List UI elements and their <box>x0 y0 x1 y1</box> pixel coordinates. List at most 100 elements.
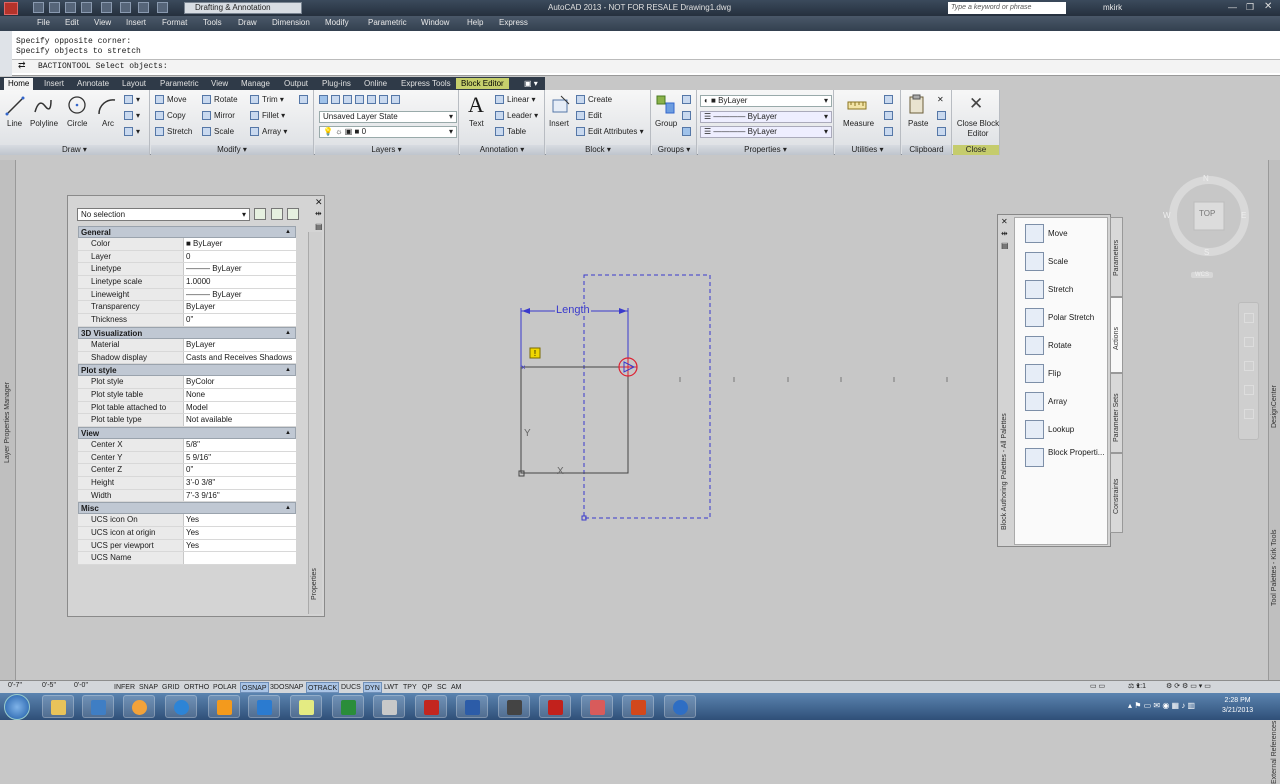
property-row[interactable]: Thickness 0" <box>78 314 296 327</box>
leader-button[interactable]: Leader ▾ <box>495 111 538 121</box>
tab-online[interactable]: Online <box>364 79 387 88</box>
rectangle-icon[interactable]: ▾ <box>124 95 140 105</box>
property-value[interactable]: ByColor <box>184 376 296 388</box>
draw-panel-label[interactable]: Draw ▾ <box>0 145 149 155</box>
property-row[interactable]: UCS Name <box>78 552 296 566</box>
tab-home[interactable]: Home <box>4 78 34 90</box>
block-panel-label[interactable]: Block ▾ <box>546 145 650 155</box>
selection-dropdown[interactable]: No selection ▾ <box>77 208 250 221</box>
viewcube-east[interactable]: E <box>1241 211 1246 220</box>
paste-icon[interactable] <box>907 94 927 114</box>
property-row[interactable]: Linetype scale 1.0000 <box>78 276 296 289</box>
taskbar-word[interactable] <box>456 695 488 718</box>
action-array[interactable]: Array <box>1025 392 1067 414</box>
property-value[interactable]: ByLayer <box>184 301 296 314</box>
status-toggle-snap[interactable]: SNAP <box>138 682 159 693</box>
steering-wheel-icon[interactable] <box>1244 313 1254 323</box>
status-toggle-ducs[interactable]: DUCS <box>340 682 362 693</box>
property-value[interactable]: 3'-0 3/8" <box>184 477 296 489</box>
group-selection-icon[interactable] <box>682 127 694 137</box>
tab-constraints[interactable]: Constraints <box>1110 453 1123 533</box>
status-toggle-am[interactable]: AM <box>450 682 463 693</box>
menu-draw[interactable]: Draw <box>238 18 257 27</box>
tab-view[interactable]: View <box>211 79 228 88</box>
insert-label[interactable]: Insert <box>549 119 569 128</box>
property-value[interactable]: 1.0000 <box>184 276 296 288</box>
table-button[interactable]: Table <box>495 127 526 137</box>
property-row[interactable]: Plot style ByColor <box>78 376 296 389</box>
menu-view[interactable]: View <box>94 18 111 27</box>
cut-icon[interactable] <box>120 2 131 13</box>
pan-icon[interactable] <box>1244 337 1254 347</box>
copy-clipboard-icon[interactable] <box>937 111 949 121</box>
text-icon[interactable]: A <box>468 92 484 118</box>
designcenter-label[interactable]: DesignCenter <box>1271 385 1278 428</box>
annotation-panel-label[interactable]: Annotation ▾ <box>460 145 544 155</box>
ellipse-icon[interactable]: ▾ <box>124 127 140 137</box>
status-toggle-lwt[interactable]: LWT <box>383 682 399 693</box>
scale-button[interactable]: Scale <box>202 127 234 137</box>
status-toggle-qp[interactable]: QP <box>421 682 433 693</box>
arc-icon[interactable] <box>97 96 117 116</box>
tab-output[interactable]: Output <box>284 79 308 88</box>
action-scale[interactable]: Scale <box>1025 252 1068 274</box>
arc-label[interactable]: Arc <box>102 119 114 128</box>
action-polar-stretch[interactable]: Polar Stretch <box>1025 308 1094 330</box>
section-header[interactable]: Misc <box>78 502 296 515</box>
modify-panel-label[interactable]: Modify ▾ <box>151 145 313 155</box>
cut-clipboard-icon[interactable]: ✕ <box>937 95 944 104</box>
circle-icon[interactable] <box>67 95 87 115</box>
property-row[interactable]: Width 7'-3 9/16" <box>78 489 296 503</box>
action-lookup[interactable]: Lookup <box>1025 420 1074 442</box>
menu-help[interactable]: Help <box>467 18 483 27</box>
authoring-menu-icon[interactable]: ▤ <box>1001 241 1009 250</box>
taskbar-app-9[interactable] <box>373 695 405 718</box>
property-row[interactable]: Shadow display Casts and Receives Shadows <box>78 351 296 365</box>
save-as-icon[interactable] <box>81 2 92 13</box>
text-label[interactable]: Text <box>469 119 484 128</box>
user-name[interactable]: mkirk <box>1103 3 1122 12</box>
property-row[interactable]: Color ■ ByLayer <box>78 238 296 251</box>
property-value[interactable]: None <box>184 388 296 401</box>
menu-edit[interactable]: Edit <box>65 18 79 27</box>
clock[interactable]: 2:28 PM 3/21/2013 <box>1222 696 1253 716</box>
match-properties-icon[interactable] <box>937 127 949 137</box>
create-button[interactable]: Create <box>576 95 612 105</box>
action-rotate[interactable]: Rotate <box>1025 336 1072 358</box>
menu-insert[interactable]: Insert <box>126 18 146 27</box>
maximize-icon[interactable]: ❐ <box>1246 2 1254 13</box>
wcs-menu[interactable]: WCS <box>1191 272 1213 278</box>
property-value[interactable]: ——— ByLayer <box>184 288 296 301</box>
polyline-icon[interactable] <box>33 96 53 116</box>
move-button[interactable]: Move <box>155 95 187 105</box>
property-value[interactable]: 5 9/16" <box>184 451 296 464</box>
section-header[interactable]: 3D Visualization <box>78 326 296 339</box>
copy-button[interactable]: Copy <box>155 111 186 121</box>
block-drawing[interactable]: ! × Y X <box>500 260 970 530</box>
linetype-dropdown[interactable]: ☰ ———— ByLayer ▾ <box>700 111 832 123</box>
calculator-icon[interactable] <box>884 127 896 137</box>
application-menu-icon[interactable] <box>4 2 18 15</box>
viewcube-top[interactable]: TOP <box>1199 209 1215 218</box>
property-value[interactable]: Model <box>184 401 296 414</box>
tab-express-tools[interactable]: Express Tools <box>401 79 451 88</box>
taskbar-acrobat[interactable] <box>415 695 447 718</box>
edit-attributes-button[interactable]: Edit Attributes ▾ <box>576 127 644 137</box>
taskbar-autocad[interactable] <box>539 695 571 718</box>
menu-modify[interactable]: Modify <box>325 18 349 27</box>
taskbar-app-12[interactable] <box>498 695 530 718</box>
status-toggle-infer[interactable]: INFER <box>113 682 136 693</box>
palette-title-strip[interactable]: Properties <box>308 232 322 614</box>
property-row[interactable]: Plot style table None <box>78 388 296 402</box>
property-row[interactable]: Plot table attached to Model <box>78 401 296 415</box>
palette-autohide-icon[interactable]: ⇹ <box>315 209 322 218</box>
status-toggle-osnap[interactable]: OSNAP <box>240 682 269 693</box>
group-label[interactable]: Group <box>655 119 677 128</box>
group-edit-icon[interactable] <box>682 111 694 121</box>
plot-icon[interactable] <box>101 2 112 13</box>
linear-button[interactable]: Linear ▾ <box>495 95 536 105</box>
property-row[interactable]: Lineweight ——— ByLayer <box>78 288 296 302</box>
minimize-icon[interactable]: — <box>1228 2 1237 12</box>
measure-label[interactable]: Measure <box>843 119 874 128</box>
property-value[interactable]: Yes <box>184 514 296 527</box>
